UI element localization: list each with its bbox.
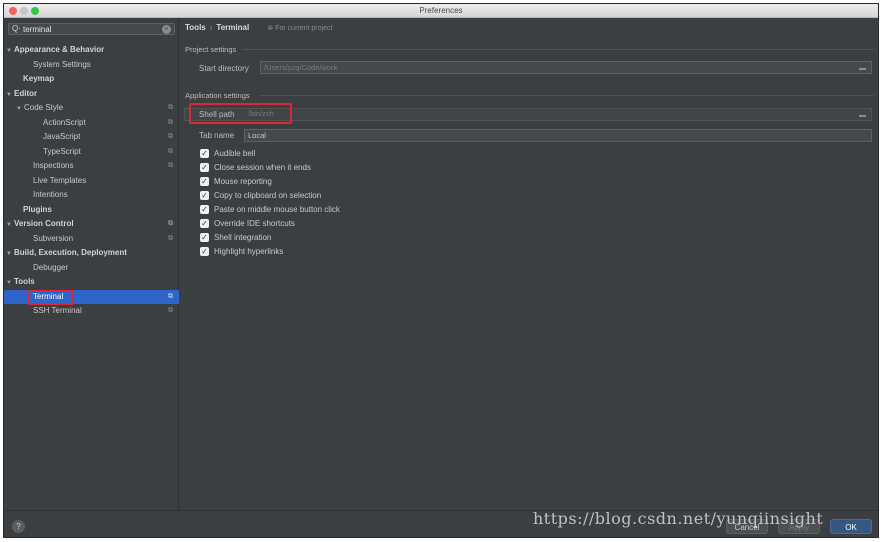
copy-icon: ⧉: [168, 118, 173, 126]
project-scope-note: ⊗ For current project: [267, 25, 333, 32]
clear-search-icon[interactable]: ×: [162, 25, 171, 34]
checkmark-icon[interactable]: ✓: [200, 177, 209, 186]
search-icon: Q·: [12, 24, 21, 33]
chevron-down-icon[interactable]: ▼: [4, 44, 14, 58]
copy-icon: ⧉: [168, 104, 173, 111]
project-settings-title: Project settings: [185, 45, 237, 54]
preferences-window: Preferences Q· terminal × ▼ Appearance & …: [3, 3, 879, 538]
tree-item-ssh-terminal[interactable]: SSH Terminal ⧉: [4, 304, 179, 318]
tree-item-appearance-behavior[interactable]: ▼ Appearance & Behavior: [4, 43, 179, 57]
tree-item-version-control[interactable]: ▼ Version Control ⧉: [4, 217, 179, 231]
search-input[interactable]: terminal: [23, 25, 51, 34]
tree-item-code-style[interactable]: ▼ Code Style ⧉: [4, 101, 179, 115]
chevron-down-icon[interactable]: ▼: [4, 247, 14, 261]
settings-sidebar: Q· terminal × ▼ Appearance & Behavior Sys…: [4, 18, 179, 510]
tree-item-intentions[interactable]: Intentions: [4, 188, 179, 202]
title-bar: Preferences: [4, 4, 878, 18]
application-settings-title: Application settings: [185, 91, 250, 100]
tab-name-label: Tab name: [199, 131, 235, 140]
checkmark-icon[interactable]: ✓: [200, 191, 209, 200]
tree-item-build-execution-deployment[interactable]: ▼ Build, Execution, Deployment: [4, 246, 179, 260]
chevron-down-icon[interactable]: ▼: [4, 276, 14, 290]
tree-item-plugins[interactable]: Plugins: [4, 203, 179, 217]
terminal-highlight-box: [28, 290, 74, 305]
breadcrumb-terminal: Terminal: [216, 23, 250, 32]
checkmark-icon[interactable]: ✓: [200, 247, 209, 256]
checkmark-icon[interactable]: ✓: [200, 163, 209, 172]
breadcrumb: Tools › Terminal ⊗ For current project: [185, 23, 332, 32]
folder-icon[interactable]: ▬: [859, 110, 868, 119]
chevron-down-icon[interactable]: ▼: [4, 88, 14, 102]
tab-name-field[interactable]: Local: [244, 129, 872, 142]
copy-icon: ⧉: [168, 133, 173, 140]
start-directory-field[interactable]: /Users/yzq/Code/work ▬: [260, 61, 872, 74]
tree-item-system-settings[interactable]: System Settings: [4, 58, 179, 72]
tree-item-debugger[interactable]: Debugger: [4, 261, 179, 275]
tree-item-typescript[interactable]: TypeScript ⧉: [4, 145, 179, 159]
ok-button[interactable]: OK: [830, 519, 872, 534]
tree-item-subversion[interactable]: Subversion ⧉: [4, 232, 179, 246]
project-settings-divider: [242, 49, 874, 50]
application-settings-divider: [260, 95, 874, 96]
checkmark-icon[interactable]: ✓: [200, 219, 209, 228]
breadcrumb-tools[interactable]: Tools: [185, 23, 206, 32]
tree-item-keymap[interactable]: Keymap: [4, 72, 179, 86]
settings-search[interactable]: Q· terminal ×: [8, 23, 175, 35]
checkmark-icon[interactable]: ✓: [200, 205, 209, 214]
copy-icon: ⧉: [168, 162, 173, 169]
chevron-down-icon[interactable]: ▼: [4, 218, 14, 232]
help-button[interactable]: ?: [12, 520, 25, 533]
copy-icon: ⧉: [168, 307, 173, 314]
checkmark-icon[interactable]: ✓: [200, 149, 209, 158]
tree-item-editor[interactable]: ▼ Editor: [4, 87, 179, 101]
tree-item-actionscript[interactable]: ActionScript ⧉: [4, 116, 179, 130]
shell-path-highlight-box: [189, 103, 292, 124]
settings-content: Tools › Terminal ⊗ For current project Pro…: [180, 18, 878, 510]
copy-icon: ⧉: [168, 147, 173, 155]
project-scope-icon: ⊗: [267, 25, 274, 32]
copy-icon: ⧉: [168, 220, 173, 227]
chevron-down-icon[interactable]: ▼: [14, 102, 24, 116]
watermark-text: https://blog.csdn.net/yunqiinsight: [533, 509, 824, 528]
tree-item-live-templates[interactable]: Live Templates: [4, 174, 179, 188]
breadcrumb-separator: ›: [209, 23, 213, 32]
window-title: Preferences: [419, 6, 463, 15]
copy-icon: ⧉: [168, 234, 173, 242]
copy-icon: ⧉: [168, 292, 173, 300]
tree-item-tools[interactable]: ▼ Tools: [4, 275, 179, 289]
checkmark-icon[interactable]: ✓: [200, 233, 209, 242]
folder-icon[interactable]: ▬: [859, 63, 868, 72]
tree-item-javascript[interactable]: JavaScript ⧉: [4, 130, 179, 144]
start-directory-label: Start directory: [199, 64, 249, 73]
tree-item-inspections[interactable]: Inspections ⧉: [4, 159, 179, 173]
